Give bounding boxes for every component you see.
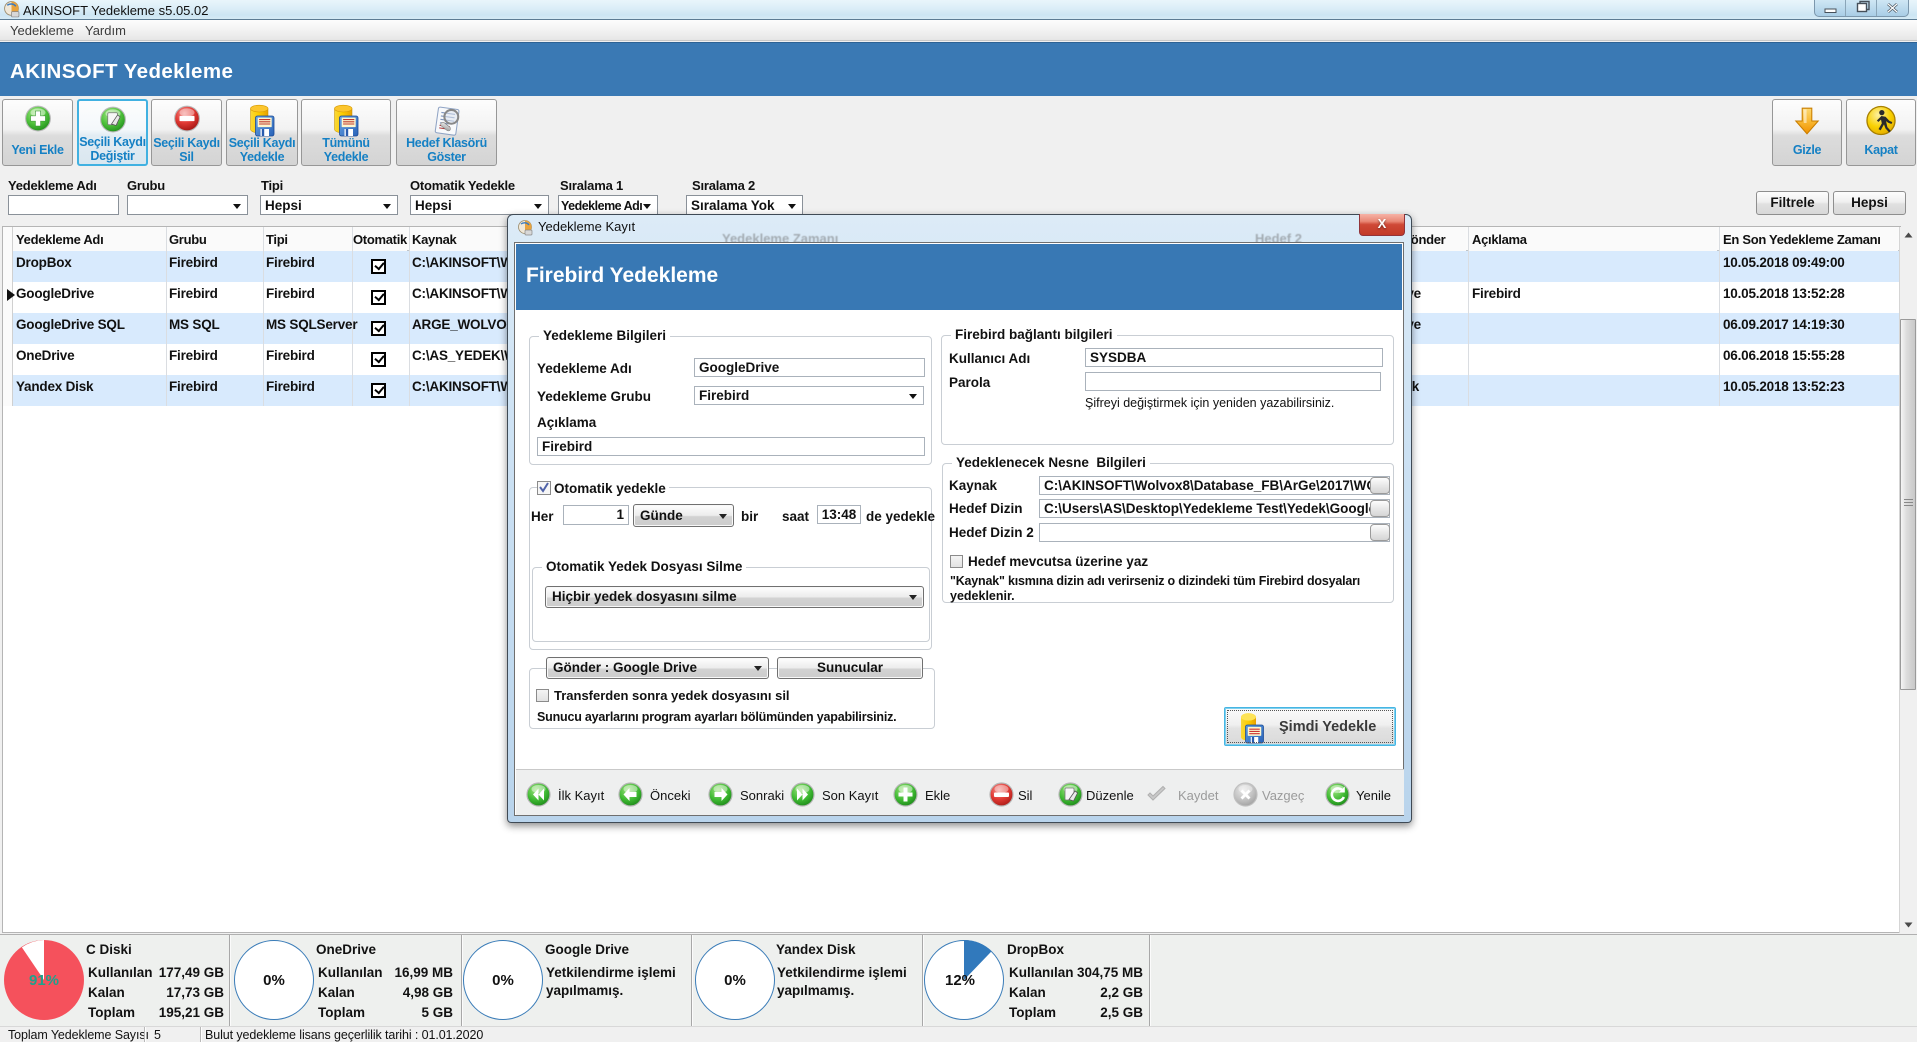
svg-text:0%: 0% [492,972,514,989]
svg-text:0%: 0% [724,972,746,989]
svg-text:91%: 91% [29,972,59,989]
svg-text:12%: 12% [945,972,975,989]
svg-text:0%: 0% [263,972,285,989]
